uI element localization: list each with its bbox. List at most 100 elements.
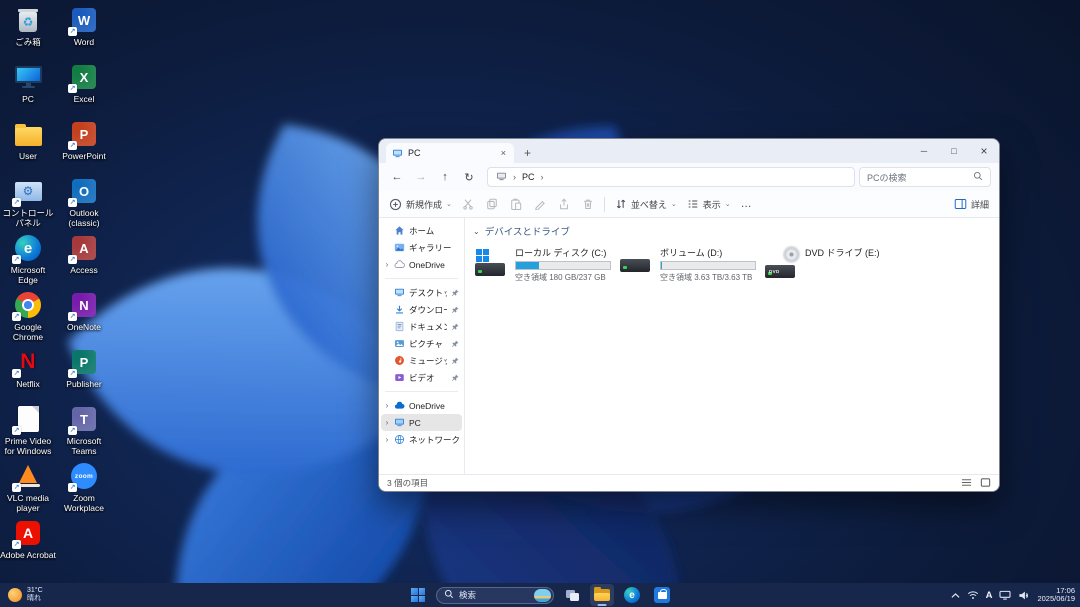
desktop-icon-publisher[interactable]: P↗Publisher [57, 346, 111, 390]
desktop-icon-netflix[interactable]: N↗Netflix [1, 346, 55, 390]
forward-button[interactable]: → [411, 171, 431, 183]
desktop-icon-pc[interactable]: PC [1, 61, 55, 105]
sidebar-item-videos[interactable]: ビデオ [381, 369, 462, 386]
drive-name: ローカル ディスク (C:) [515, 246, 611, 259]
minimize-button[interactable]: ─ [909, 139, 939, 163]
music-icon [394, 355, 405, 366]
start-button[interactable] [406, 584, 430, 606]
new-button[interactable]: 新規作成 ⌄ [389, 198, 452, 211]
home-icon [394, 225, 405, 236]
ime-mode-indicator[interactable]: A [986, 590, 993, 601]
details-pane-button[interactable]: 詳細 [954, 198, 989, 211]
sidebar-item-home[interactable]: ホーム [381, 222, 462, 239]
shortcut-arrow-icon: ↗ [68, 141, 77, 150]
sidebar-item-label: ギャラリー [409, 242, 459, 254]
drive-c-tile[interactable]: ローカル ディスク (C:) 空き領域 180 GB/237 GB [475, 246, 620, 283]
paste-icon[interactable] [510, 198, 522, 210]
desktop-icon-user[interactable]: User [1, 118, 55, 162]
desktop-icon-microsoft-edge[interactable]: e↗Microsoft Edge [1, 232, 55, 285]
thumbnail-view-toggle[interactable] [980, 477, 991, 490]
desktop-icon-outlook[interactable]: O↗Outlook (classic) [57, 175, 111, 228]
network-icon[interactable] [967, 590, 979, 600]
refresh-button[interactable]: ↻ [459, 171, 479, 184]
desktop-icon-excel[interactable]: X↗Excel [57, 61, 111, 105]
sidebar-item-gallery[interactable]: ギャラリー [381, 239, 462, 256]
taskbar-search[interactable]: 検索 [436, 587, 554, 604]
drive-e-tile[interactable]: DVDDVD ドライブ (E:) [765, 246, 910, 283]
store-icon [654, 587, 670, 603]
desktop-icon-recycle-bin[interactable]: ♻ごみ箱 [1, 4, 55, 48]
desktop-icon-label: Zoom Workplace [56, 494, 112, 513]
desktop-icon-word[interactable]: W↗Word [57, 4, 111, 48]
taskbar-file-explorer-button[interactable] [590, 584, 614, 606]
system-tray: A 17:06 2025/06/19 [951, 583, 1075, 607]
file-explorer-icon [594, 589, 610, 601]
copy-icon[interactable] [486, 198, 498, 210]
rename-icon[interactable] [534, 198, 546, 210]
sidebar-item-music[interactable]: ミュージック [381, 352, 462, 369]
group-header-label: デバイスとドライブ [485, 224, 570, 238]
sidebar-item-label: デスクトップ [409, 287, 447, 299]
list-view-toggle[interactable] [961, 477, 972, 490]
taskbar-store-button[interactable] [650, 584, 674, 606]
desktop-icon-label: PC [0, 95, 56, 105]
maximize-button[interactable]: □ [939, 139, 969, 163]
taskbar-edge-button[interactable]: e [620, 584, 644, 606]
sidebar-item-documents[interactable]: ドキュメント [381, 318, 462, 335]
microsoft-edge-icon: e↗ [12, 232, 44, 264]
volume-icon[interactable] [1018, 590, 1030, 601]
up-button[interactable]: ↑ [435, 171, 455, 183]
delete-icon[interactable] [582, 198, 594, 210]
expand-chevron-icon[interactable]: › [384, 260, 390, 269]
touch-display-icon[interactable] [999, 590, 1011, 600]
chevron-up-icon[interactable] [951, 592, 960, 599]
shortcut-arrow-icon: ↗ [68, 84, 77, 93]
expand-chevron-icon[interactable]: › [384, 435, 390, 444]
drive-d-tile[interactable]: ボリューム (D:)空き領域 3.63 TB/3.63 TB [620, 246, 765, 283]
desktop-icon-google-chrome[interactable]: ↗Google Chrome [1, 289, 55, 342]
desktop-icon-powerpoint[interactable]: P↗PowerPoint [57, 118, 111, 162]
desktop-icon-control-panel[interactable]: ⚙↗コントロール パネル [1, 175, 55, 228]
desktop-icon-access[interactable]: A↗Access [57, 232, 111, 276]
breadcrumb-item-pc[interactable]: PC [522, 172, 535, 182]
tab-close-icon[interactable]: × [499, 148, 508, 158]
taskbar-task-view-button[interactable] [560, 584, 584, 606]
expand-chevron-icon[interactable]: › [384, 418, 390, 427]
desktop-icon-zoom[interactable]: zoom↗Zoom Workplace [57, 460, 111, 513]
share-icon[interactable] [558, 198, 570, 210]
chevron-down-icon: ⌄ [473, 227, 480, 236]
desktop-icon-prime-video[interactable]: ↗Prime Video for Windows [1, 403, 55, 456]
sidebar-item-network[interactable]: ›ネットワーク [381, 431, 462, 448]
close-button[interactable]: × [969, 139, 999, 163]
explorer-tab-pc[interactable]: PC × [386, 143, 514, 163]
pin-icon [451, 306, 459, 314]
sidebar-item-onedrive-personal[interactable]: ›OneDrive [381, 256, 462, 273]
desktop-icon-onenote[interactable]: N↗OneNote [57, 289, 111, 333]
view-button[interactable]: 表示 ⌄ [687, 198, 731, 211]
desktop-icon-adobe-acrobat[interactable]: A↗Adobe Acrobat [1, 517, 55, 561]
desktop-icon-microsoft-teams[interactable]: T↗Microsoft Teams [57, 403, 111, 456]
search-input[interactable]: PCの検索 [859, 167, 991, 187]
see-more-button[interactable]: … [741, 198, 753, 210]
drive-list: ローカル ディスク (C:) 空き領域 180 GB/237 GB ボリューム (D… [475, 246, 991, 283]
sidebar-item-pictures[interactable]: ピクチャ [381, 335, 462, 352]
new-tab-button[interactable]: + [524, 146, 531, 160]
sidebar-item-desktop[interactable]: デスクトップ [381, 284, 462, 301]
sidebar-item-onedrive[interactable]: ›OneDrive [381, 397, 462, 414]
group-header-devices-drives[interactable]: ⌄ デバイスとドライブ [473, 224, 991, 238]
sidebar-item-downloads[interactable]: ダウンロード [381, 301, 462, 318]
sidebar-item-pc[interactable]: ›PC [381, 414, 462, 431]
command-bar: 新規作成 ⌄ 並べ替え ⌄ 表示 ⌄ … [379, 191, 999, 218]
pc-monitor-icon [392, 148, 403, 159]
desktop-icon-vlc[interactable]: ↗VLC media player [1, 460, 55, 513]
control-panel-icon: ⚙↗ [12, 175, 44, 207]
expand-chevron-icon[interactable]: › [384, 401, 390, 410]
sort-button[interactable]: 並べ替え ⌄ [615, 198, 677, 211]
cut-icon[interactable] [462, 198, 474, 210]
taskbar-clock[interactable]: 17:06 2025/06/19 [1037, 587, 1075, 604]
free-space-label: 空き領域 180 GB/237 GB [515, 272, 611, 283]
breadcrumb[interactable]: › PC › [487, 167, 855, 187]
weather-widget[interactable]: 31°C 晴れ [8, 587, 43, 603]
sort-icon [615, 198, 627, 210]
back-button[interactable]: ← [387, 171, 407, 183]
